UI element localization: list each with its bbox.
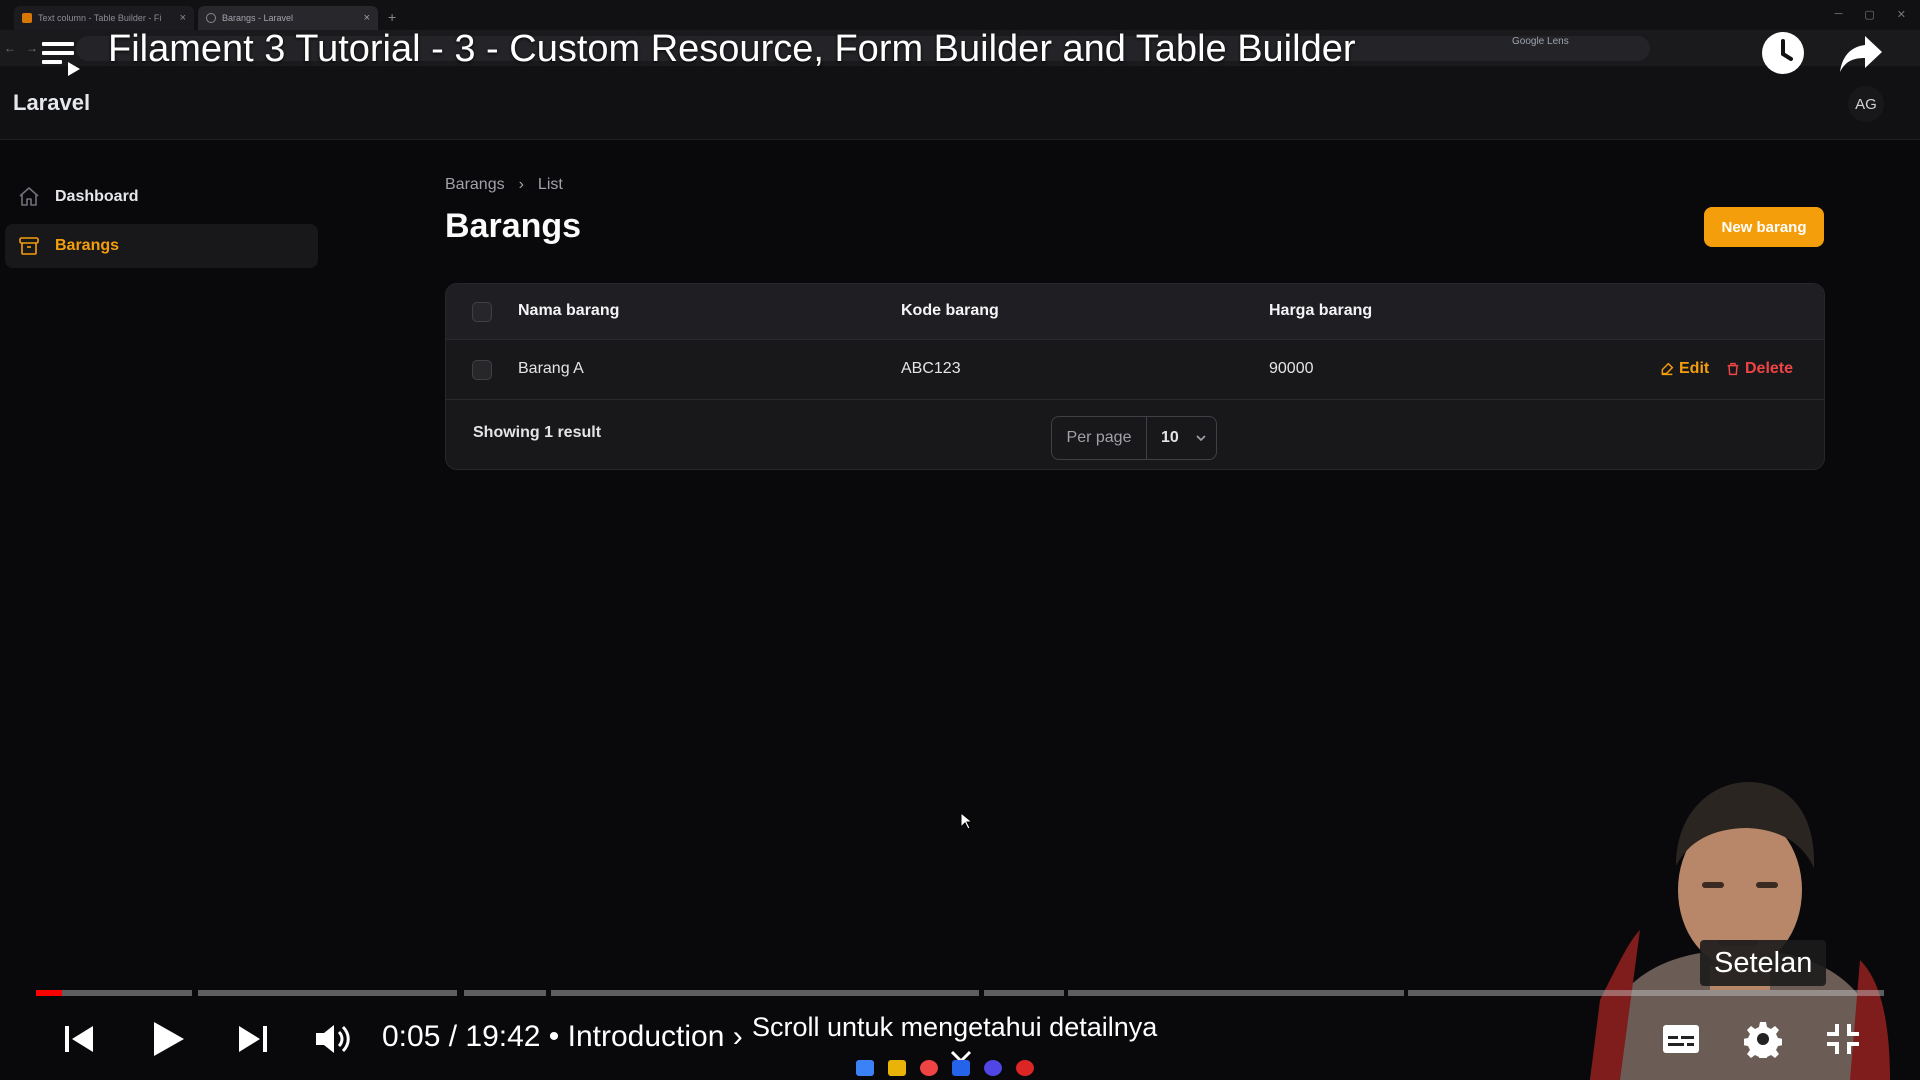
os-taskbar: [856, 1060, 1034, 1080]
page-title: Barangs: [445, 207, 582, 245]
video-progress-bar[interactable]: [36, 990, 1884, 996]
row-checkbox[interactable]: [472, 360, 492, 380]
sidebar-item-dashboard[interactable]: Dashboard: [5, 175, 318, 219]
app-icon[interactable]: [1016, 1060, 1034, 1076]
chevron-down-icon: [1196, 435, 1206, 442]
tab-favicon-icon: [22, 13, 32, 23]
vscode-icon[interactable]: [952, 1060, 970, 1076]
user-avatar[interactable]: AG: [1848, 86, 1884, 122]
records-table: Nama barang Kode barang Harga barang Bar…: [445, 283, 1825, 470]
new-barang-button[interactable]: New barang: [1704, 207, 1824, 247]
sidebar-item-label: Barangs: [55, 237, 120, 254]
settings-gear-icon[interactable]: [1744, 1020, 1782, 1058]
trash-icon: [1727, 362, 1739, 376]
google-lens-button[interactable]: Google Lens: [1512, 36, 1569, 47]
play-icon[interactable]: [150, 1020, 186, 1058]
mouse-cursor-icon: [960, 812, 972, 830]
window-controls: ─ ▢ ✕: [1835, 8, 1906, 21]
sidebar-item-label: Dashboard: [55, 188, 139, 205]
windows-start-icon[interactable]: [856, 1060, 874, 1076]
tab-favicon-icon: [206, 13, 216, 23]
breadcrumb-item-list: List: [537, 176, 563, 193]
delete-action[interactable]: Delete: [1725, 360, 1793, 378]
chapter-segment[interactable]: [1408, 990, 1884, 996]
maximize-icon[interactable]: ▢: [1864, 8, 1874, 21]
close-tab-icon[interactable]: ×: [364, 12, 370, 24]
subtitles-icon[interactable]: [1662, 1024, 1700, 1054]
next-icon[interactable]: [236, 1022, 270, 1056]
cell-harga: 90000: [1269, 360, 1314, 377]
breadcrumb-separator-icon: ›: [518, 176, 524, 193]
progress-played: [36, 990, 62, 996]
results-summary: Showing 1 result: [473, 424, 602, 441]
column-header-nama[interactable]: Nama barang: [518, 302, 619, 320]
sidebar-item-barangs[interactable]: Barangs: [5, 224, 318, 268]
delete-label: Delete: [1745, 360, 1794, 377]
video-title[interactable]: Filament 3 Tutorial - 3 - Custom Resourc…: [108, 28, 1356, 71]
screen: Text column - Table Builder - Fi × Baran…: [0, 0, 1920, 1080]
per-page-value[interactable]: 10: [1147, 429, 1207, 447]
browser-tab-label: Text column - Table Builder - Fi: [38, 13, 162, 23]
edit-label: Edit: [1679, 360, 1710, 377]
column-header-harga[interactable]: Harga barang: [1269, 302, 1372, 320]
chapter-segment[interactable]: [464, 990, 546, 996]
table-row[interactable]: Barang A ABC123 90000 Edit Delete: [446, 340, 1824, 400]
window-close-icon[interactable]: ✕: [1897, 8, 1906, 21]
playback-time-chapter[interactable]: 0:05 / 19:42 • Introduction ›: [382, 1020, 743, 1054]
cell-kode: ABC123: [901, 360, 961, 377]
settings-tooltip: Setelan: [1700, 940, 1827, 986]
chapter-segment[interactable]: [1068, 990, 1404, 996]
chapter-segment[interactable]: [984, 990, 1064, 996]
chrome-icon[interactable]: [920, 1060, 938, 1076]
previous-icon[interactable]: [62, 1022, 96, 1056]
column-header-kode[interactable]: Kode barang: [901, 302, 999, 320]
webcam-presenter: [1560, 770, 1920, 1080]
table-header: Nama barang Kode barang Harga barang: [446, 284, 1824, 340]
exit-fullscreen-icon[interactable]: [1825, 1022, 1861, 1056]
select-all-checkbox[interactable]: [472, 302, 492, 322]
volume-icon[interactable]: [314, 1022, 352, 1056]
home-icon: [19, 187, 39, 206]
file-explorer-icon[interactable]: [888, 1060, 906, 1076]
browser-tab-active[interactable]: Barangs - Laravel ×: [198, 6, 378, 30]
brand-logo[interactable]: Laravel: [13, 90, 90, 116]
pencil-square-icon: [1661, 362, 1674, 376]
new-tab-button[interactable]: +: [388, 9, 396, 25]
share-icon[interactable]: [1838, 32, 1884, 76]
close-tab-icon[interactable]: ×: [180, 12, 186, 24]
per-page-selected: 10: [1161, 429, 1179, 446]
per-page-select[interactable]: Per page 10: [1051, 416, 1217, 460]
breadcrumb-item-barangs[interactable]: Barangs: [445, 176, 505, 194]
watch-later-icon[interactable]: [1760, 30, 1806, 76]
chapter-segment[interactable]: [198, 990, 457, 996]
breadcrumb: Barangs › List: [445, 176, 563, 194]
archive-box-icon: [19, 237, 39, 255]
browser-tab[interactable]: Text column - Table Builder - Fi ×: [14, 6, 194, 30]
scroll-hint: Scroll untuk mengetahui detailnya: [752, 1012, 1158, 1042]
app-topbar: [0, 66, 1920, 140]
cell-nama: Barang A: [518, 360, 584, 377]
browser-tab-label: Barangs - Laravel: [222, 13, 294, 23]
chapter-segment[interactable]: [551, 990, 979, 996]
browser-tabstrip: Text column - Table Builder - Fi × Baran…: [0, 0, 1920, 30]
per-page-label: Per page: [1052, 417, 1147, 459]
minimize-icon[interactable]: ─: [1835, 8, 1843, 21]
edit-action[interactable]: Edit: [1659, 360, 1709, 378]
app-icon[interactable]: [984, 1060, 1002, 1076]
playlist-menu-icon[interactable]: [40, 36, 84, 80]
